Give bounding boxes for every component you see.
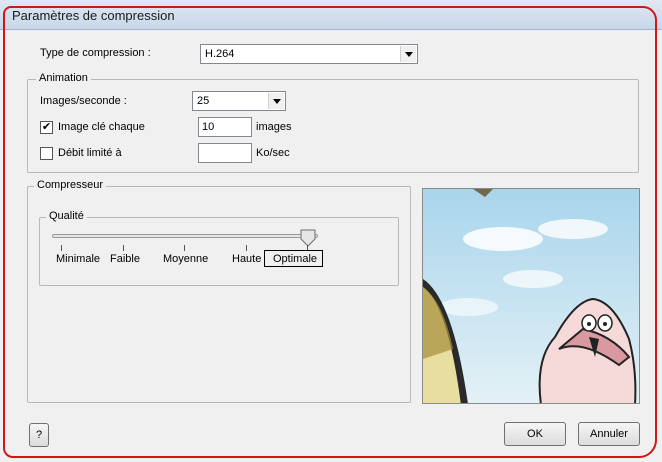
- slider-tick: [61, 245, 62, 251]
- datarate-label: Débit limité à: [58, 147, 122, 159]
- ok-button[interactable]: OK: [504, 422, 566, 446]
- datarate-checkbox[interactable]: [40, 147, 53, 160]
- cancel-button[interactable]: Annuler: [578, 422, 640, 446]
- quality-group-title: Qualité: [46, 210, 87, 222]
- quality-group: [39, 217, 399, 286]
- title-bar: Paramètres de compression: [0, 0, 662, 30]
- compression-dialog: Paramètres de compression Type de compre…: [0, 0, 662, 462]
- quality-slider-thumb[interactable]: [300, 229, 316, 247]
- keyframe-checkbox[interactable]: ✔: [40, 121, 53, 134]
- compression-type-label: Type de compression :: [40, 47, 151, 59]
- help-button[interactable]: ?: [29, 423, 49, 447]
- quality-tick-faible[interactable]: Faible: [110, 253, 140, 265]
- quality-tick-optimale[interactable]: Optimale: [264, 250, 324, 267]
- fps-value: 25: [197, 95, 210, 107]
- slider-tick: [246, 245, 247, 251]
- quality-tick-moyenne[interactable]: Moyenne: [163, 253, 208, 265]
- slider-tick: [123, 245, 124, 251]
- animation-group-title: Animation: [36, 72, 91, 84]
- slider-tick: [184, 245, 185, 251]
- datarate-unit: Ko/sec: [256, 147, 290, 159]
- window-title: Paramètres de compression: [12, 8, 175, 23]
- quality-tick-minimale[interactable]: Minimale: [56, 253, 100, 265]
- preview-image: [422, 188, 640, 404]
- datarate-input[interactable]: [198, 143, 252, 163]
- check-icon: ✔: [41, 121, 52, 133]
- keyframe-label: Image clé chaque: [58, 121, 145, 133]
- quality-slider-track[interactable]: [52, 234, 318, 238]
- compression-type-value: H.264: [205, 48, 235, 60]
- fps-select[interactable]: 25: [192, 91, 286, 111]
- compression-type-select[interactable]: H.264: [200, 44, 418, 64]
- keyframe-value: 10: [202, 121, 215, 133]
- chevron-down-icon[interactable]: [400, 46, 416, 62]
- quality-tick-haute[interactable]: Haute: [232, 253, 261, 265]
- compressor-group-title: Compresseur: [34, 179, 107, 191]
- keyframe-input[interactable]: 10: [198, 117, 252, 137]
- fps-label: Images/seconde :: [40, 95, 127, 107]
- chevron-down-icon[interactable]: [268, 93, 284, 109]
- keyframe-unit: images: [256, 121, 292, 133]
